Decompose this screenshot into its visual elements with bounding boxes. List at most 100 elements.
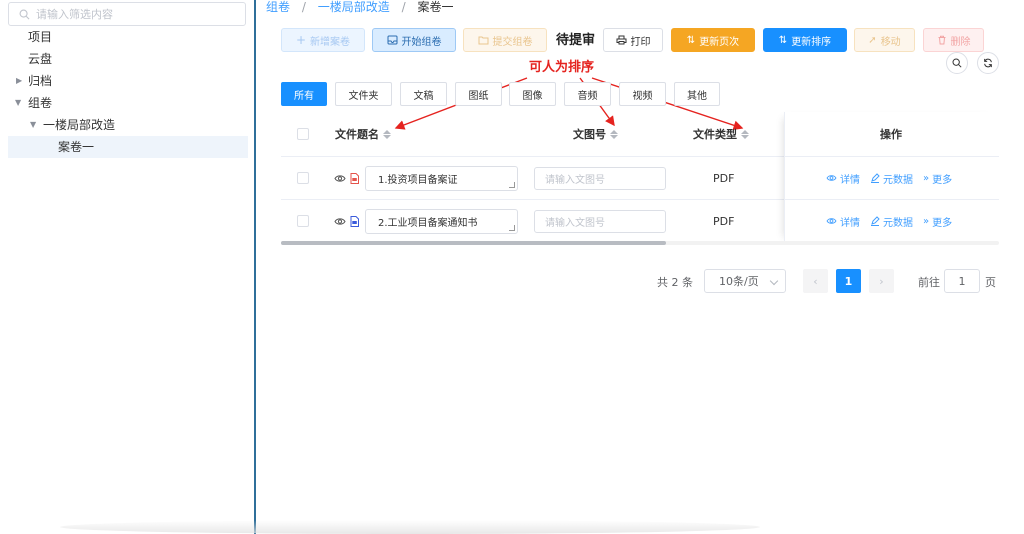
button-label: 打印 xyxy=(630,36,651,48)
header-label: 文件题名 xyxy=(335,128,379,141)
tree: 项目 云盘 ▶ 归档 ▼ 组卷 ▼ 一楼局部改造 案卷一 xyxy=(8,26,248,158)
document-file-icon xyxy=(350,200,359,242)
tree-item-project[interactable]: 项目 xyxy=(8,26,248,48)
number-input[interactable]: 请输入文图号 xyxy=(534,200,666,242)
button-label: 提交组卷 xyxy=(492,36,533,48)
folder-icon xyxy=(478,36,488,45)
file-type: PDF xyxy=(713,171,735,185)
search-icon xyxy=(19,9,30,19)
button-label: 新增案卷 xyxy=(310,36,351,48)
header-label: 文图号 xyxy=(573,128,606,141)
button-label: 移动 xyxy=(880,36,901,48)
row-checkbox[interactable] xyxy=(297,157,309,199)
file-type: PDF xyxy=(713,214,735,228)
update-sort-button[interactable]: ⇅ 更新排序 xyxy=(763,28,847,52)
annotation-text: 可人为排序 xyxy=(529,60,595,75)
trash-icon xyxy=(938,35,945,45)
add-volume-button[interactable]: + 新增案卷 xyxy=(281,28,365,52)
submit-group-button[interactable]: 提交组卷 xyxy=(463,28,547,52)
number-placeholder: 请输入文图号 xyxy=(545,217,605,229)
horizontal-scrollbar[interactable] xyxy=(281,241,999,245)
number-input[interactable]: 请输入文图号 xyxy=(534,157,666,199)
filter-tab-drawing[interactable]: 图纸 xyxy=(455,82,502,106)
move-icon: ➚ xyxy=(868,34,877,46)
filter-tab-audio[interactable]: 音频 xyxy=(564,82,611,106)
filter-placeholder: 请输入筛选内容 xyxy=(36,8,113,21)
chevron-down-icon xyxy=(769,276,779,286)
sort-icon: ⇅ xyxy=(778,34,788,46)
select-all-checkbox[interactable] xyxy=(297,112,309,156)
title-input[interactable]: 2.工业项目备案通知书 xyxy=(365,200,518,242)
number-placeholder: 请输入文图号 xyxy=(545,174,605,186)
pdf-file-icon xyxy=(350,157,359,199)
filter-input[interactable]: 请输入筛选内容 xyxy=(8,2,246,26)
tree-item-label: 归档 xyxy=(28,74,53,88)
caret-down-icon[interactable]: ▼ xyxy=(30,114,36,136)
resize-handle-icon[interactable] xyxy=(509,224,515,231)
search-button[interactable] xyxy=(946,52,968,74)
tree-item-renovation[interactable]: ▼ 一楼局部改造 xyxy=(8,114,248,136)
breadcrumb-current: 案卷一 xyxy=(417,0,454,14)
filter-tab-folder[interactable]: 文件夹 xyxy=(335,82,392,106)
chevron-right-icon: › xyxy=(879,274,884,288)
sort-caret-icon[interactable] xyxy=(741,129,749,139)
breadcrumb-item[interactable]: 一楼局部改造 xyxy=(318,0,390,14)
caret-right-icon[interactable]: ▶ xyxy=(16,70,22,92)
goto-page-input[interactable]: 1 xyxy=(944,269,980,293)
breadcrumb-item[interactable]: 组卷 xyxy=(266,0,290,14)
row-checkbox[interactable] xyxy=(297,200,309,242)
next-page-button[interactable]: › xyxy=(869,269,894,293)
tree-item-cloud[interactable]: 云盘 xyxy=(8,48,248,70)
app-window: 请输入筛选内容 项目 云盘 ▶ 归档 ▼ 组卷 ▼ 一楼局部改造 案卷一 组卷 … xyxy=(0,0,1024,534)
button-label: 更新页次 xyxy=(699,36,740,48)
filter-tab-image[interactable]: 图像 xyxy=(509,82,556,106)
preview-eye-icon[interactable] xyxy=(334,157,346,199)
button-label: 更新排序 xyxy=(791,36,832,48)
search-icon xyxy=(952,58,962,68)
title-value: 2.工业项目备案通知书 xyxy=(378,217,478,229)
tree-item-label: 案卷一 xyxy=(58,140,95,154)
chevron-left-icon: ‹ xyxy=(813,274,818,288)
page-number-current[interactable]: 1 xyxy=(836,269,861,293)
tree-item-label: 一楼局部改造 xyxy=(43,118,116,132)
column-header-type[interactable]: 文件类型 xyxy=(693,112,749,156)
resize-handle-icon[interactable] xyxy=(509,181,515,188)
filter-tab-video[interactable]: 视频 xyxy=(619,82,666,106)
update-page-button[interactable]: ⇅ 更新页次 xyxy=(671,28,755,52)
preview-eye-icon[interactable] xyxy=(334,200,346,242)
tree-item-label: 云盘 xyxy=(28,52,53,66)
print-button[interactable]: 打印 xyxy=(603,28,663,52)
column-header-title[interactable]: 文件题名 xyxy=(335,112,391,156)
column-header-number[interactable]: 文图号 xyxy=(573,112,618,156)
goto-label: 前往 xyxy=(918,276,940,289)
bottom-shadow xyxy=(60,520,760,534)
sort-icon: ⇅ xyxy=(686,34,696,46)
refresh-button[interactable] xyxy=(977,52,999,74)
pagination-total: 共 2 条 xyxy=(657,276,693,289)
caret-down-icon[interactable]: ▼ xyxy=(15,92,21,114)
tree-item-volume[interactable]: 案卷一 xyxy=(8,136,248,158)
sidebar: 请输入筛选内容 项目 云盘 ▶ 归档 ▼ 组卷 ▼ 一楼局部改造 案卷一 xyxy=(0,0,256,534)
fixed-action-column xyxy=(784,112,999,243)
filter-tab-other[interactable]: 其他 xyxy=(674,82,720,106)
refresh-icon xyxy=(984,58,992,68)
header-label: 文件类型 xyxy=(693,128,737,141)
delete-button[interactable]: 删除 xyxy=(923,28,984,52)
filter-tab-document[interactable]: 文稿 xyxy=(400,82,447,106)
start-group-button[interactable]: 开始组卷 xyxy=(372,28,456,52)
page-size-select[interactable]: 10条/页 xyxy=(704,269,786,293)
breadcrumb-separator: / xyxy=(401,0,406,14)
prev-page-button[interactable]: ‹ xyxy=(803,269,828,293)
filter-tab-all[interactable]: 所有 xyxy=(281,82,327,106)
printer-icon xyxy=(616,35,626,45)
tree-item-archive[interactable]: ▶ 归档 xyxy=(8,70,248,92)
status-label: 待提审 xyxy=(556,33,596,48)
file-table: 文件题名 文图号 文件类型 操作 1.投资项目备案证 请输入文图号 PDF 详情… xyxy=(281,112,999,244)
sort-caret-icon[interactable] xyxy=(383,129,391,139)
scrollbar-thumb[interactable] xyxy=(281,241,666,245)
sort-caret-icon[interactable] xyxy=(610,129,618,139)
move-button[interactable]: ➚ 移动 xyxy=(854,28,915,52)
title-input[interactable]: 1.投资项目备案证 xyxy=(365,157,518,199)
tree-item-group[interactable]: ▼ 组卷 xyxy=(8,92,248,114)
goto-unit: 页 xyxy=(985,276,996,289)
